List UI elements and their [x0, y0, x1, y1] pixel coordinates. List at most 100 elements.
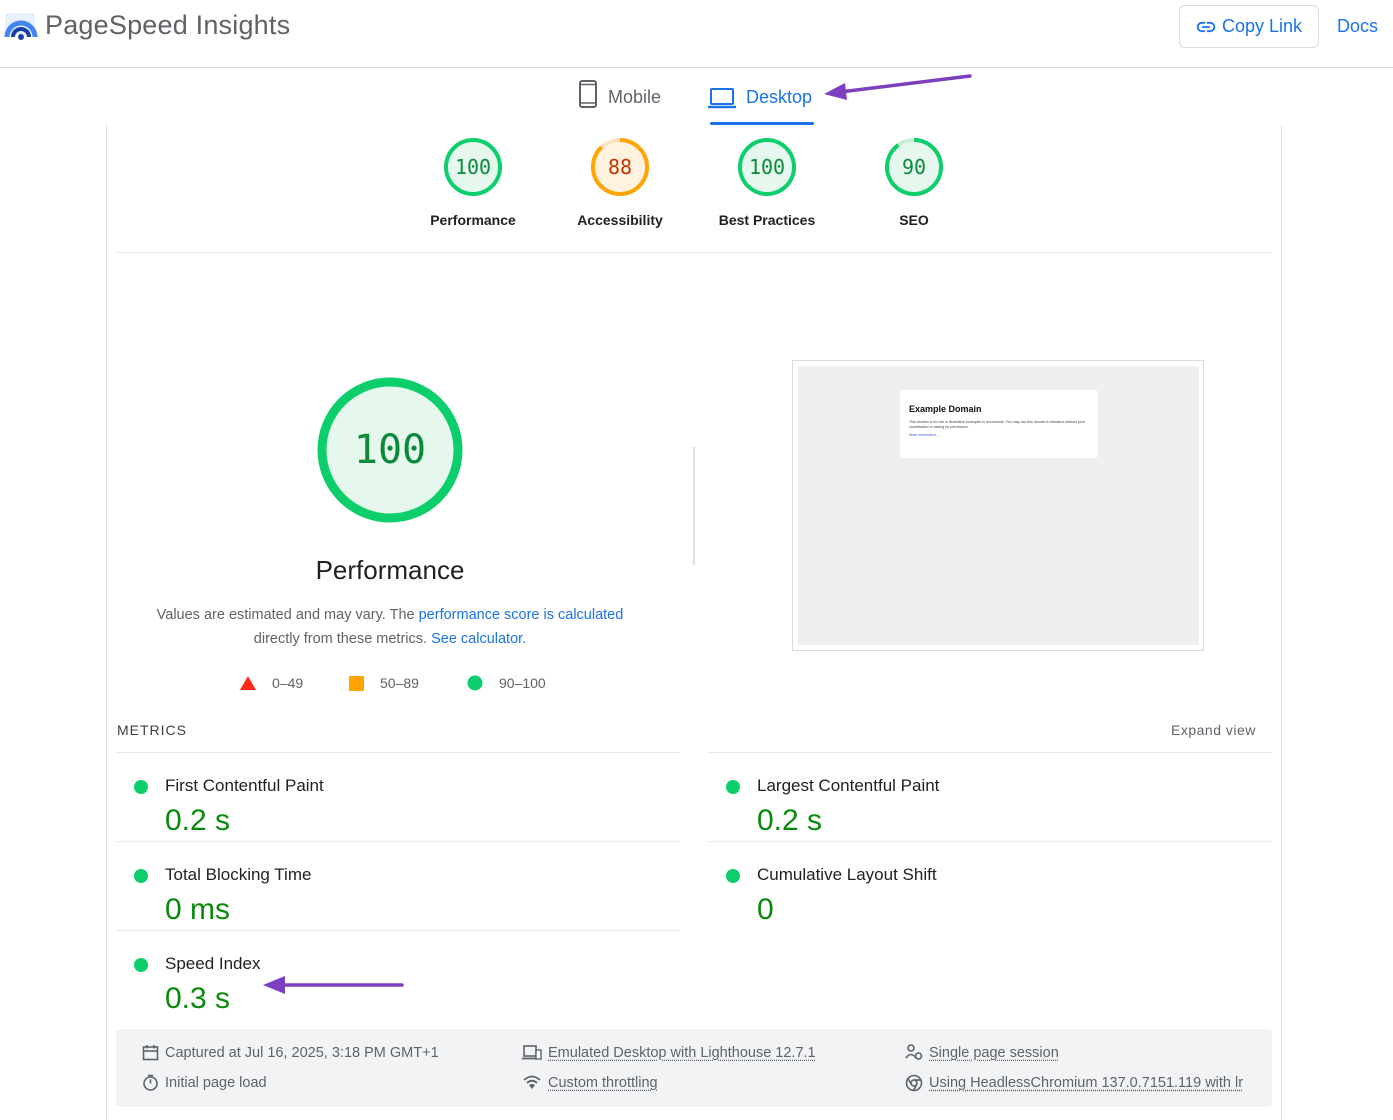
gauge-ring: 100: [442, 136, 504, 198]
performance-score-value: 100: [353, 427, 427, 473]
initial-load-info: Initial page load: [142, 1074, 267, 1091]
legend-pass: 90–100: [467, 675, 546, 691]
pagespeed-logo[interactable]: [4, 10, 38, 44]
divider: [708, 841, 1272, 842]
legend-pass-label: 90–100: [499, 675, 546, 691]
pass-dot-icon: [134, 780, 148, 794]
session-info[interactable]: Single page session: [905, 1044, 1059, 1061]
timer-icon: [143, 1074, 158, 1091]
app-title[interactable]: PageSpeed Insights: [45, 10, 290, 41]
vertical-divider: [693, 447, 695, 565]
desc-text: Values are estimated and may vary. The: [156, 607, 415, 623]
copy-link-button[interactable]: Copy Link: [1179, 5, 1319, 48]
tab-mobile[interactable]: Mobile: [578, 80, 661, 126]
tab-mobile-label: Mobile: [608, 87, 662, 107]
score-label: Best Practices: [718, 212, 816, 228]
gauge-ring: 88: [589, 136, 651, 198]
circle-icon: [467, 675, 483, 691]
captured-text: Captured at Jul 16, 2025, 3:18 PM GMT+1: [165, 1044, 439, 1061]
divider: [116, 752, 680, 753]
performance-description: Values are estimated and may vary. The p…: [140, 603, 640, 651]
tab-desktop-label: Desktop: [746, 87, 813, 107]
emulated-text: Emulated Desktop with Lighthouse 12.7.1: [548, 1044, 816, 1061]
metric-value: 0: [757, 893, 774, 926]
screenshot-canvas: Example Domain This domain is for use in…: [798, 366, 1199, 645]
metric-value: 0.2 s: [165, 804, 231, 837]
card-border-right: [1281, 126, 1282, 1120]
wifi-icon: [523, 1075, 541, 1089]
browser-info[interactable]: Using HeadlessChromium 137.0.7151.119 wi…: [905, 1074, 1245, 1092]
metric-value: 0 ms: [165, 893, 231, 926]
initial-load-text: Initial page load: [165, 1074, 267, 1091]
emulated-info[interactable]: Emulated Desktop with Lighthouse 12.7.1: [522, 1044, 816, 1061]
score-gauge-best-practices[interactable]: 100 Best Practices: [707, 136, 827, 228]
throttling-info[interactable]: Custom throttling: [522, 1074, 658, 1091]
link-icon: [1196, 21, 1216, 32]
legend-fail-label: 0–49: [272, 675, 304, 691]
annotation-arrow-speed-index: [263, 976, 404, 994]
desc-text: directly from these metrics.: [253, 631, 428, 647]
score-calculated-link[interactable]: performance score is calculated: [419, 607, 624, 623]
pass-dot-icon: [726, 869, 740, 883]
final-screenshot[interactable]: Example Domain This domain is for use in…: [792, 360, 1204, 651]
legend-average: 50–89: [349, 675, 419, 691]
score-value: 88: [607, 155, 633, 179]
metric-name: Speed Index: [165, 954, 261, 973]
annotation-arrow-desktop: [824, 74, 972, 100]
divider: [116, 841, 680, 842]
metrics-heading: METRICS: [117, 722, 187, 738]
pass-dot-icon: [726, 780, 740, 794]
laptop-icon: [708, 88, 736, 109]
score-value: 100: [748, 155, 786, 179]
metric-cumulative-layout-shift: Cumulative Layout Shift 0: [708, 851, 1248, 931]
see-calculator-link[interactable]: See calculator.: [431, 631, 526, 647]
metric-name: Largest Contentful Paint: [757, 776, 940, 795]
browser-text: Using HeadlessChromium 137.0.7151.119 wi…: [929, 1075, 1244, 1091]
docs-link[interactable]: Docs: [1337, 16, 1378, 37]
metric-first-contentful-paint: First Contentful Paint 0.2 s: [116, 762, 656, 842]
divider: [708, 752, 1272, 753]
divider: [116, 252, 1272, 253]
tab-desktop[interactable]: Desktop: [708, 80, 814, 126]
pass-dot-icon: [134, 869, 148, 883]
screenshot-body: This domain is for use in illustrative e…: [909, 420, 1085, 429]
top-bar: PageSpeed Insights Copy Link Docs: [0, 0, 1393, 68]
metric-value: 0.2 s: [757, 804, 823, 837]
divider: [116, 930, 680, 931]
score-gauge-accessibility[interactable]: 88 Accessibility: [560, 136, 680, 228]
score-label: Accessibility: [577, 212, 663, 228]
score-label: SEO: [899, 212, 929, 228]
session-text: Single page session: [929, 1044, 1059, 1061]
score-label: Performance: [430, 212, 516, 228]
devices-icon: [522, 1045, 542, 1060]
runtime-settings: Captured at Jul 16, 2025, 3:18 PM GMT+1 …: [116, 1029, 1272, 1107]
expand-view-button[interactable]: Expand view: [1171, 722, 1256, 738]
metric-name: Cumulative Layout Shift: [757, 865, 937, 884]
throttling-text: Custom throttling: [548, 1074, 658, 1091]
metric-name: Total Blocking Time: [165, 865, 312, 884]
screenshot-card: Example Domain This domain is for use in…: [900, 390, 1098, 458]
screenshot-link: More information...: [909, 433, 939, 437]
performance-title: Performance: [315, 555, 465, 585]
square-icon: [349, 675, 364, 691]
score-gauge-performance[interactable]: 100 Performance: [413, 136, 533, 228]
gauge-ring: 90: [883, 136, 945, 198]
screenshot-heading: Example Domain: [909, 404, 982, 414]
metric-value: 0.3 s: [165, 982, 231, 1015]
score-value: 100: [454, 155, 492, 179]
score-gauge-seo[interactable]: 90 SEO: [854, 136, 974, 228]
person-session-icon: [905, 1044, 923, 1060]
metric-largest-contentful-paint: Largest Contentful Paint 0.2 s: [708, 762, 1248, 842]
active-tab-indicator: [710, 122, 814, 125]
legend-average-label: 50–89: [380, 675, 419, 691]
chrome-icon: [905, 1074, 923, 1092]
mobile-phone-icon: [579, 80, 597, 108]
card-border-left: [106, 126, 107, 1120]
legend-fail: 0–49: [240, 675, 303, 691]
triangle-icon: [240, 676, 256, 690]
calendar-icon: [142, 1045, 159, 1061]
score-value: 90: [901, 155, 927, 179]
gauge-ring: 100: [736, 136, 798, 198]
captured-info: Captured at Jul 16, 2025, 3:18 PM GMT+1: [142, 1044, 439, 1061]
pass-dot-icon: [134, 958, 148, 972]
